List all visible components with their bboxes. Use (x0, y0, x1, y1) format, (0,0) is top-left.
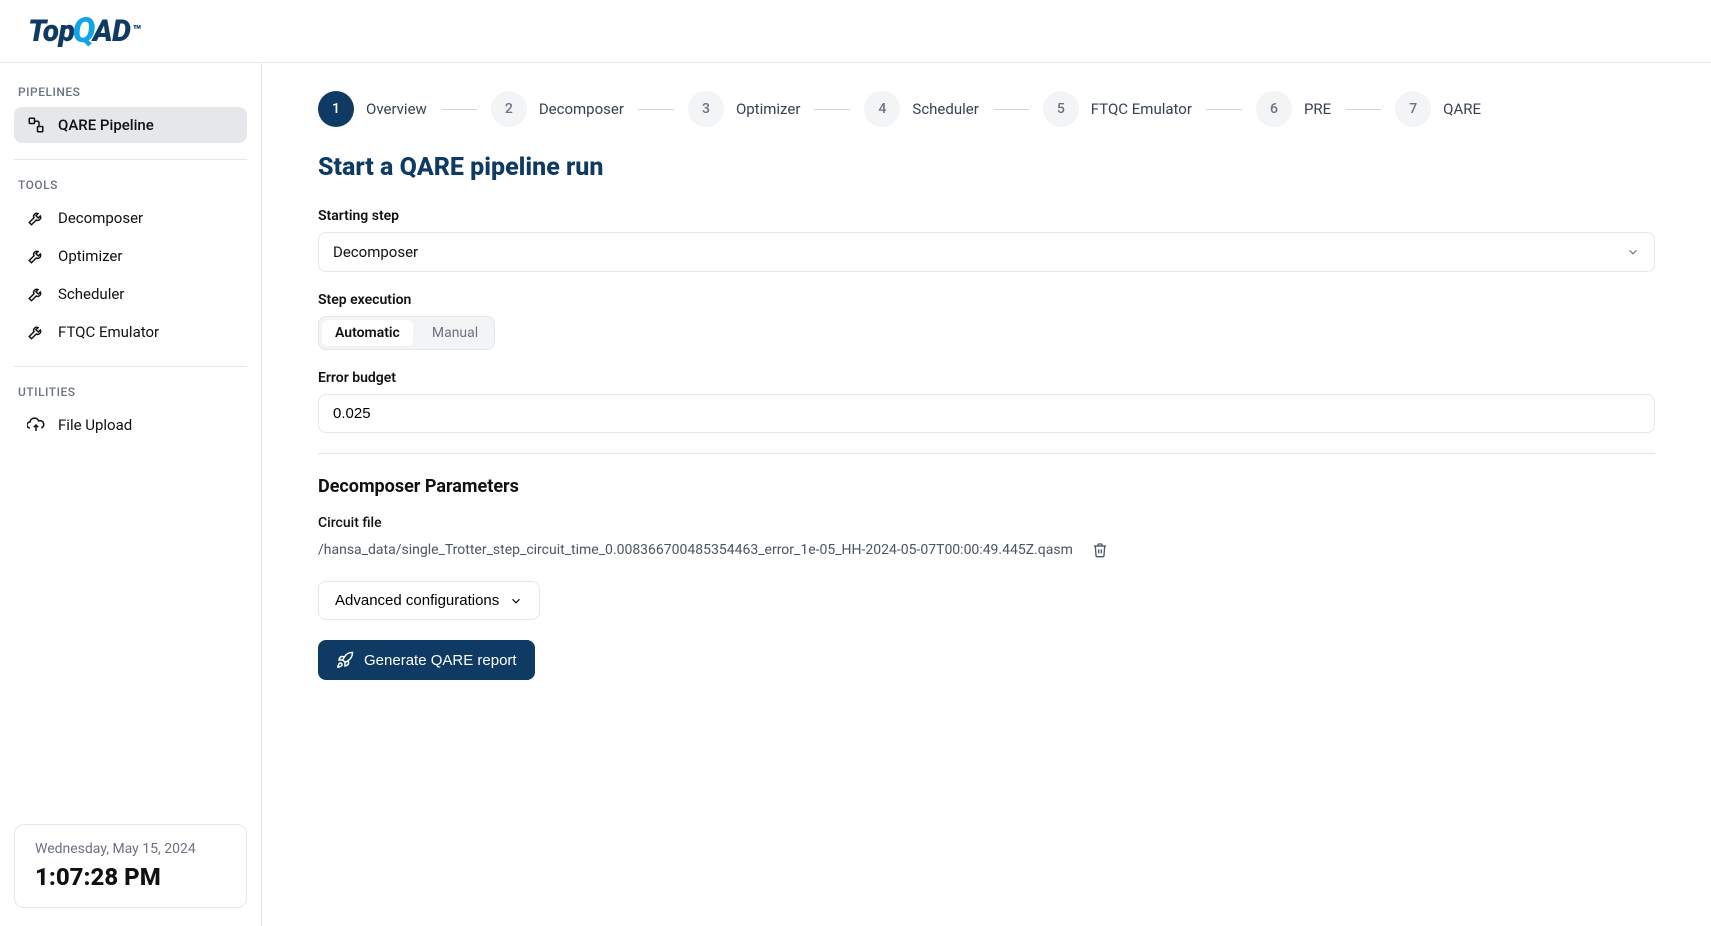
main-content: 1 Overview 2 Decomposer 3 Optimizer 4 Scheduler… (262, 63, 1711, 926)
sidebar-item-label: Optimizer (58, 247, 122, 265)
field-starting-step: Starting step Decomposer (318, 208, 1655, 272)
logo-post: AD (93, 14, 131, 49)
starting-step-select[interactable]: Decomposer (318, 232, 1655, 272)
step-number: 1 (318, 91, 354, 127)
starting-step-label: Starting step (318, 208, 1655, 224)
step-number: 3 (688, 91, 724, 127)
advanced-config-button[interactable]: Advanced configurations (318, 581, 540, 620)
sidebar-item-label: QARE Pipeline (58, 116, 154, 134)
circuit-file-path: /hansa_data/single_Trotter_step_circuit_… (318, 542, 1073, 558)
step-execution-toggle: Automatic Manual (318, 316, 495, 350)
delete-file-button[interactable] (1091, 541, 1109, 559)
sidebar-section-tools: TOOLS (18, 178, 243, 192)
stepper: 1 Overview 2 Decomposer 3 Optimizer 4 Scheduler… (318, 91, 1655, 127)
step-execution-label: Step execution (318, 292, 1655, 308)
sidebar-item-label: FTQC Emulator (58, 323, 159, 341)
step-overview[interactable]: 1 Overview (318, 91, 427, 127)
app-logo: TopQAD™ (28, 14, 141, 49)
field-step-execution: Step execution Automatic Manual (318, 292, 1655, 350)
field-circuit-file: Circuit file (318, 515, 1655, 531)
divider (14, 159, 247, 160)
step-connector (1206, 109, 1242, 110)
step-label: PRE (1304, 100, 1331, 118)
chevron-down-icon (1626, 245, 1640, 259)
step-connector (441, 109, 477, 110)
step-number: 5 (1043, 91, 1079, 127)
step-label: QARE (1443, 100, 1481, 118)
starting-step-value: Decomposer (333, 243, 418, 261)
step-number: 6 (1256, 91, 1292, 127)
toggle-automatic[interactable]: Automatic (322, 320, 413, 346)
step-label: Scheduler (912, 100, 978, 118)
page-title: Start a QARE pipeline run (318, 153, 1655, 182)
circuit-file-label: Circuit file (318, 515, 1655, 531)
sidebar-item-file-upload[interactable]: File Upload (14, 407, 247, 443)
step-connector (993, 109, 1029, 110)
divider (14, 366, 247, 367)
generate-report-label: Generate QARE report (364, 652, 517, 669)
step-connector (638, 109, 674, 110)
step-label: Decomposer (539, 100, 624, 118)
advanced-config-label: Advanced configurations (335, 592, 499, 609)
step-ftqc-emulator[interactable]: 5 FTQC Emulator (1043, 91, 1192, 127)
logo-q: Q (73, 16, 95, 47)
logo-pre: Top (28, 14, 75, 49)
rocket-icon (336, 651, 354, 669)
step-number: 2 (491, 91, 527, 127)
sidebar-item-decomposer[interactable]: Decomposer (14, 200, 247, 236)
app-header: TopQAD™ (0, 0, 1711, 63)
step-connector (1345, 109, 1381, 110)
divider (318, 453, 1655, 454)
sidebar-section-utilities: UTILITIES (18, 385, 243, 399)
clock-card: Wednesday, May 15, 2024 1:07:28 PM (14, 824, 247, 908)
wrench-icon (26, 208, 46, 228)
step-qare[interactable]: 7 QARE (1395, 91, 1481, 127)
sidebar-item-label: File Upload (58, 416, 132, 434)
generate-report-button[interactable]: Generate QARE report (318, 640, 535, 680)
sidebar-item-scheduler[interactable]: Scheduler (14, 276, 247, 312)
sidebar-item-ftqc-emulator[interactable]: FTQC Emulator (14, 314, 247, 350)
error-budget-label: Error budget (318, 370, 1655, 386)
decomposer-params-title: Decomposer Parameters (318, 476, 1655, 497)
sidebar-item-optimizer[interactable]: Optimizer (14, 238, 247, 274)
circuit-file-row: /hansa_data/single_Trotter_step_circuit_… (318, 541, 1655, 559)
wrench-icon (26, 322, 46, 342)
step-decomposer[interactable]: 2 Decomposer (491, 91, 624, 127)
logo-tm: ™ (132, 23, 140, 39)
step-scheduler[interactable]: 4 Scheduler (864, 91, 978, 127)
sidebar-item-qare-pipeline[interactable]: QARE Pipeline (14, 107, 247, 143)
sidebar-item-label: Decomposer (58, 209, 143, 227)
step-connector (814, 109, 850, 110)
step-label: FTQC Emulator (1091, 100, 1192, 118)
field-error-budget: Error budget (318, 370, 1655, 433)
pipeline-icon (26, 115, 46, 135)
wrench-icon (26, 246, 46, 266)
trash-icon (1092, 542, 1108, 558)
toggle-manual[interactable]: Manual (416, 317, 494, 349)
chevron-down-icon (509, 594, 523, 608)
step-label: Optimizer (736, 100, 800, 118)
wrench-icon (26, 284, 46, 304)
step-pre[interactable]: 6 PRE (1256, 91, 1331, 127)
clock-time: 1:07:28 PM (35, 863, 226, 891)
sidebar-item-label: Scheduler (58, 285, 124, 303)
error-budget-input[interactable] (318, 394, 1655, 433)
step-number: 4 (864, 91, 900, 127)
sidebar: PIPELINES QARE Pipeline TOOLS Decomposer… (0, 63, 262, 926)
step-optimizer[interactable]: 3 Optimizer (688, 91, 800, 127)
step-number: 7 (1395, 91, 1431, 127)
sidebar-section-pipelines: PIPELINES (18, 85, 243, 99)
clock-date: Wednesday, May 15, 2024 (35, 841, 226, 857)
upload-icon (26, 415, 46, 435)
step-label: Overview (366, 100, 427, 118)
